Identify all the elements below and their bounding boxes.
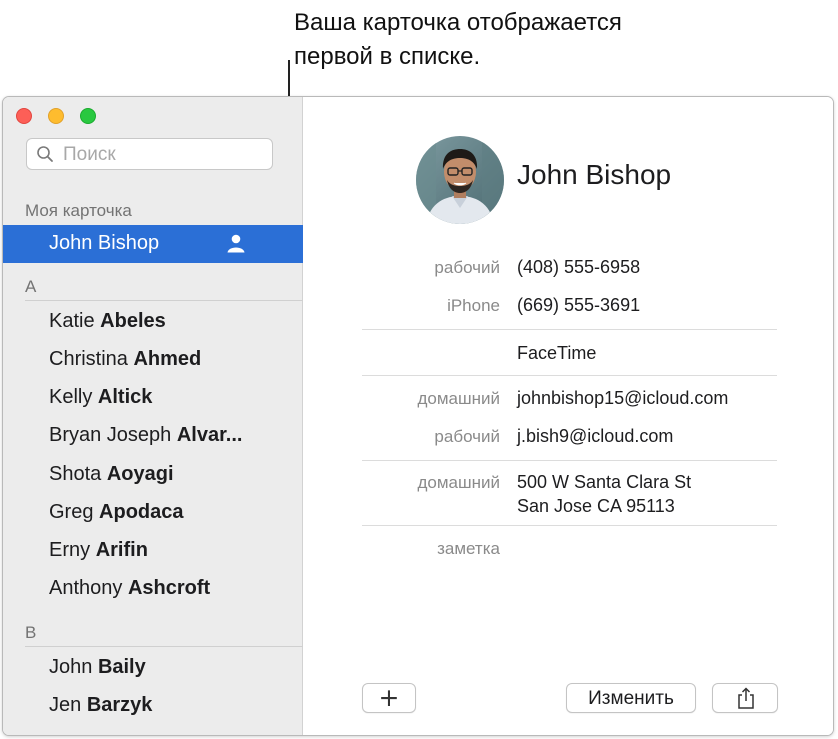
contact-photo[interactable] [416, 136, 504, 224]
field-label-address-home: домашний [417, 473, 500, 492]
contact-list-item[interactable]: Greg Apodaca [49, 501, 184, 524]
contact-list-item[interactable]: Katie Abeles [49, 310, 166, 333]
address-line-2: San Jose CA 95113 [517, 496, 675, 516]
field-value-address[interactable]: 500 W Santa Clara St San Jose CA 95113 [517, 470, 691, 518]
callout-annotation: Ваша карточка отображается первой в спис… [294, 6, 622, 74]
contact-list-item[interactable]: Kelly Altick [49, 386, 152, 409]
contacts-window: Поиск Моя карточка John Bishop A Katie A… [2, 96, 834, 736]
contact-list-item[interactable]: Christina Ahmed [49, 348, 201, 371]
field-separator [362, 525, 777, 526]
field-label-email-work: рабочий [434, 427, 500, 446]
contact-list-item[interactable]: Anthony Ashcroft [49, 577, 210, 600]
share-button[interactable] [712, 683, 778, 713]
callout-line-2: первой в списке. [294, 43, 481, 70]
field-separator [362, 329, 777, 330]
group-header-a: A [25, 277, 37, 296]
plus-icon: + [378, 683, 400, 712]
field-separator [362, 460, 777, 461]
field-value-phone-work[interactable]: (408) 555-6958 [517, 255, 640, 279]
close-window-button[interactable] [16, 108, 32, 124]
zoom-window-button[interactable] [80, 108, 96, 124]
search-field[interactable]: Поиск [26, 138, 273, 170]
field-label-email-home: домашний [417, 389, 500, 408]
add-button[interactable]: + [362, 683, 416, 713]
contact-list-item[interactable]: Bryan Joseph Alvar... [49, 424, 242, 447]
field-label-phone-work: рабочий [434, 258, 500, 277]
edit-button-label: Изменить [588, 688, 674, 709]
search-placeholder: Поиск [63, 144, 116, 165]
edit-button[interactable]: Изменить [566, 683, 696, 713]
facetime-link[interactable]: FaceTime [517, 341, 596, 365]
field-value-email-home[interactable]: johnbishop15@icloud.com [517, 386, 728, 410]
field-separator [362, 375, 777, 376]
search-icon [37, 146, 53, 162]
field-label-phone-iphone: iPhone [447, 296, 500, 315]
group-header-b: B [25, 623, 37, 642]
contact-list-item[interactable]: Jen Barzyk [49, 694, 152, 717]
share-icon [738, 687, 754, 709]
me-card-icon [227, 234, 245, 253]
my-card-row[interactable]: John Bishop [3, 225, 303, 263]
callout-line-1: Ваша карточка отображается [294, 9, 622, 36]
contact-list-item[interactable]: Shota Aoyagi [49, 463, 174, 486]
field-label-note: заметка [437, 539, 500, 558]
minimize-window-button[interactable] [48, 108, 64, 124]
field-value-email-work[interactable]: j.bish9@icloud.com [517, 424, 673, 448]
field-value-phone-iphone[interactable]: (669) 555-3691 [517, 293, 640, 317]
group-divider [25, 300, 303, 301]
my-card-name: John Bishop [49, 232, 160, 254]
sidebar: Поиск Моя карточка John Bishop A Katie A… [3, 97, 303, 735]
my-card-section-label: Моя карточка [25, 201, 132, 220]
contact-name: John Bishop [517, 159, 672, 190]
group-divider [25, 646, 303, 647]
contact-list-item[interactable]: John Baily [49, 656, 146, 679]
contact-list-item[interactable]: Erny Arifin [49, 539, 148, 562]
contact-detail-pane: John Bishop рабочий (408) 555-6958 iPhon… [304, 97, 833, 735]
address-line-1: 500 W Santa Clara St [517, 472, 692, 492]
